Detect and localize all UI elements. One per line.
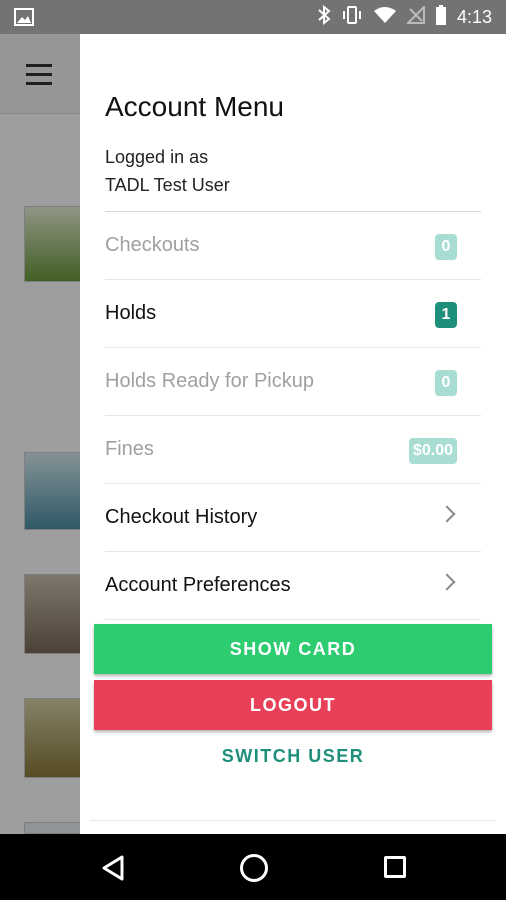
fines-amount-badge: $0.00: [408, 438, 457, 464]
logged-in-user: TADL Test User: [105, 175, 230, 195]
menu-item-label: Holds Ready for Pickup: [105, 370, 314, 392]
divider: [90, 820, 496, 821]
logout-button[interactable]: LOGOUT: [94, 680, 492, 730]
menu-item-fines[interactable]: Fines $0.00: [105, 416, 481, 484]
system-nav-bar: [0, 834, 506, 900]
vibrate-icon: [341, 5, 363, 30]
menu-item-holds-ready[interactable]: Holds Ready for Pickup 0: [105, 348, 481, 416]
status-bar: 4:13: [0, 0, 506, 34]
menu-item-label: Checkout History: [105, 506, 258, 528]
logged-in-label: Logged in as: [105, 147, 209, 167]
menu-item-holds[interactable]: Holds 1: [105, 280, 481, 348]
drawer-scrim[interactable]: [0, 34, 80, 834]
drawer-title: Account Menu: [105, 91, 284, 122]
chevron-right-icon: [438, 573, 456, 591]
menu-item-label: Account Preferences: [105, 574, 291, 596]
no-signal-icon: [405, 4, 425, 29]
image-icon: [14, 8, 34, 31]
show-card-button[interactable]: SHOW CARD: [94, 624, 492, 674]
menu-item-checkout-history[interactable]: Checkout History: [105, 484, 481, 552]
wifi-icon: [373, 6, 397, 29]
menu-item-checkouts[interactable]: Checkouts 0: [105, 212, 481, 280]
logged-in-info: Logged in as TADL Test User: [105, 143, 230, 199]
holds-ready-count-badge: 0: [435, 370, 457, 396]
home-icon[interactable]: [240, 854, 268, 882]
battery-icon: [435, 4, 447, 30]
menu-item-label: Fines: [105, 438, 154, 460]
account-menu-list: Checkouts 0 Holds 1 Holds Ready for Pick…: [105, 211, 481, 620]
checkouts-count-badge: 0: [435, 234, 457, 260]
status-time: 4:13: [456, 6, 492, 27]
switch-user-button[interactable]: SWITCH USER: [94, 746, 492, 776]
back-icon[interactable]: [100, 854, 126, 887]
chevron-right-icon: [438, 505, 456, 523]
menu-item-label: Checkouts: [105, 234, 200, 256]
recent-apps-icon[interactable]: [384, 856, 406, 878]
menu-item-label: Holds: [105, 302, 157, 324]
menu-item-account-preferences[interactable]: Account Preferences: [105, 552, 481, 620]
holds-count-badge: 1: [435, 302, 457, 328]
account-menu-drawer: Account Menu Logged in as TADL Test User…: [80, 34, 506, 834]
bluetooth-icon: [317, 4, 331, 30]
